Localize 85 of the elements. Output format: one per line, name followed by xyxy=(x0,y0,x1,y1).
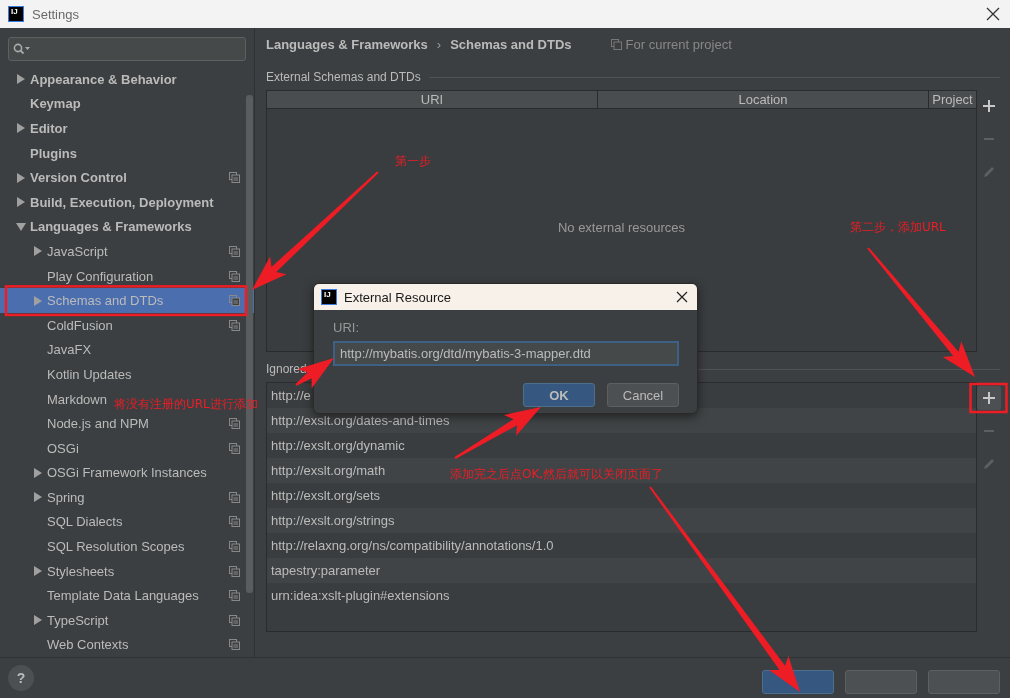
table-cell: tapestry:parameter xyxy=(271,563,381,578)
dialog-title: External Resource xyxy=(344,289,451,305)
tree-item[interactable]: JavaFX xyxy=(0,337,92,363)
table-cell: http://relaxng.org/ns/compatibility/annotations/1.0 xyxy=(271,538,554,553)
breadcrumb-separator: › xyxy=(436,36,442,52)
stacked-pages-icon xyxy=(229,639,240,651)
stacked-pages-icon xyxy=(229,172,240,184)
annotation-text: 添加完之后点OK,然后就可以关闭页面了 xyxy=(450,468,664,481)
table-cell: http://e xyxy=(271,388,311,403)
tree-item[interactable]: TypeScript xyxy=(0,608,254,633)
column-header[interactable]: URI xyxy=(267,91,598,108)
tree-item[interactable]: ColdFusion xyxy=(0,312,254,338)
empty-message: No external resources xyxy=(557,219,686,235)
collapsed-arrow-icon[interactable] xyxy=(16,74,26,85)
table-cell: urn:idea:xslt-plugin#extensions xyxy=(271,588,450,603)
collapsed-arrow-icon[interactable] xyxy=(16,172,26,183)
annotation-text: 将没有注册的URL进行添加 xyxy=(114,398,258,411)
tree-item[interactable]: SQL Dialects xyxy=(0,509,254,535)
tree-item[interactable]: OSGi Framework Instances xyxy=(0,460,207,486)
stacked-pages-icon xyxy=(229,516,240,528)
tree-item[interactable]: Node.js and NPM xyxy=(0,411,254,436)
window-title: Settings xyxy=(32,6,79,22)
stacked-pages-icon xyxy=(229,590,240,602)
expanded-arrow-icon[interactable] xyxy=(16,221,26,232)
tree-item[interactable]: Editor xyxy=(0,116,68,141)
add-icon[interactable] xyxy=(976,386,1001,410)
help-button[interactable]: ? xyxy=(8,665,34,691)
tree-item[interactable]: Languages & Frameworks xyxy=(0,214,192,240)
stacked-pages-icon xyxy=(229,319,240,331)
stacked-pages-icon xyxy=(229,565,240,577)
breadcrumb-item[interactable]: Languages & Frameworks xyxy=(266,36,428,52)
collapsed-arrow-icon[interactable] xyxy=(16,123,26,134)
tree-item[interactable]: SQL Resolution Scopes xyxy=(0,534,254,559)
column-header[interactable]: Project xyxy=(929,91,976,108)
tree-item[interactable]: Plugins xyxy=(0,140,77,166)
search-icon xyxy=(13,43,31,55)
table-cell: http://exslt.org/sets xyxy=(271,488,381,503)
stacked-pages-icon xyxy=(229,491,240,503)
collapsed-arrow-icon[interactable] xyxy=(33,566,43,577)
cancel-button[interactable]: Cancel xyxy=(607,383,679,407)
close-icon[interactable] xyxy=(676,291,688,303)
stacked-pages-icon xyxy=(229,270,240,282)
stacked-pages-icon xyxy=(229,295,240,307)
annotation-text: 第一步 xyxy=(395,155,431,168)
ok-button[interactable]: OK xyxy=(523,383,595,407)
stacked-pages-icon xyxy=(229,442,240,454)
uri-field[interactable]: http://mybatis.org/dtd/mybatis-3-mapper.dtd xyxy=(333,341,679,366)
collapsed-arrow-icon[interactable] xyxy=(33,615,43,626)
stacked-pages-icon xyxy=(610,38,622,50)
collapsed-arrow-icon[interactable] xyxy=(33,246,43,257)
close-icon[interactable] xyxy=(986,7,1000,21)
stacked-pages-icon xyxy=(229,614,240,626)
section-title: External Schemas and DTDs xyxy=(266,70,421,84)
app-logo: IJ xyxy=(321,289,337,305)
tree-item[interactable]: Spring xyxy=(0,485,254,510)
tree-item[interactable]: OSGi xyxy=(0,435,254,461)
stacked-pages-icon xyxy=(229,245,240,257)
field-label: URI: xyxy=(333,320,360,335)
tree-item[interactable]: Markdown xyxy=(0,386,107,412)
tree-item[interactable]: JavaScript xyxy=(0,239,254,264)
stacked-pages-icon xyxy=(229,418,240,430)
highlight-frame xyxy=(969,382,1008,414)
tree-item[interactable]: Keymap xyxy=(0,91,81,117)
tree-item[interactable]: Play Configuration xyxy=(0,263,254,289)
search-field[interactable] xyxy=(8,37,246,61)
tree-item[interactable]: Template Data Languages xyxy=(0,583,254,609)
table-cell: http://exslt.org/dates-and-times xyxy=(271,413,450,428)
stacked-pages-icon xyxy=(229,541,240,553)
collapsed-arrow-icon[interactable] xyxy=(33,467,43,478)
tree-item[interactable]: Stylesheets xyxy=(0,558,254,584)
table-cell: http://exslt.org/math xyxy=(271,463,386,478)
collapsed-arrow-icon[interactable] xyxy=(33,492,43,503)
column-header[interactable]: Location xyxy=(598,91,929,108)
table-cell: http://exslt.org/dynamic xyxy=(271,438,405,453)
breadcrumb-item[interactable]: Schemas and DTDs xyxy=(450,36,572,52)
scope-label: For current project xyxy=(625,36,732,52)
table-cell: http://exslt.org/strings xyxy=(271,513,395,528)
tree-item[interactable]: Kotlin Updates xyxy=(0,362,132,387)
app-logo: IJ xyxy=(8,6,24,22)
tree-item[interactable]: Version Control xyxy=(0,165,254,190)
tree-item[interactable]: Appearance & Behavior xyxy=(0,67,177,92)
collapsed-arrow-icon[interactable] xyxy=(16,197,26,208)
tree-item[interactable]: Build, Execution, Deployment xyxy=(0,189,214,215)
tree-item[interactable]: Web Contexts xyxy=(0,632,254,657)
annotation-text: 第二步，添加URL xyxy=(850,221,946,234)
